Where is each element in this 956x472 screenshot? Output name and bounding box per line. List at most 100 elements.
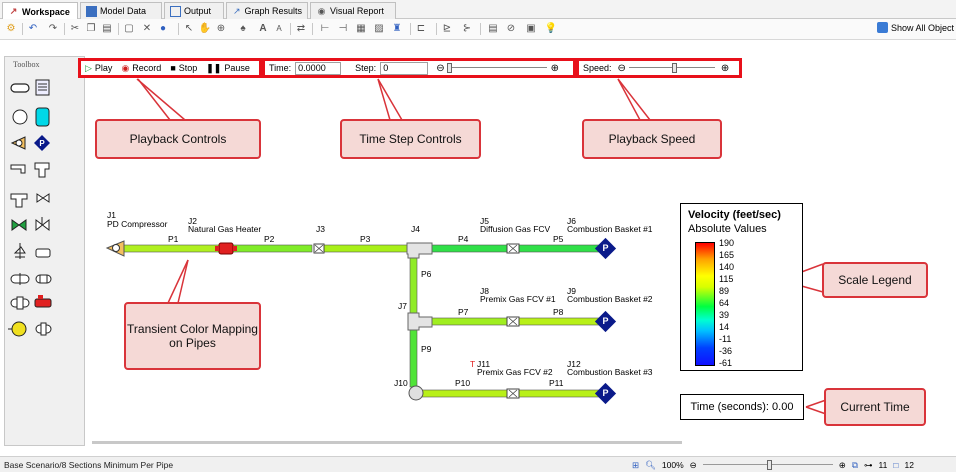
pipe-label: P7 <box>458 307 469 317</box>
tee-j4[interactable] <box>406 242 433 259</box>
stop-button[interactable]: ■ Stop <box>170 63 197 73</box>
callout-playback-controls: Playback Controls <box>95 119 261 159</box>
fit-icon[interactable]: ⊞ <box>632 460 639 471</box>
zoom-level: 100% <box>661 460 684 470</box>
pipe-label: P6 <box>421 269 432 279</box>
step-decrease-icon[interactable]: ⊖ <box>436 63 444 74</box>
compressor-j1[interactable] <box>105 240 125 257</box>
junction-name: Combustion Basket #2 <box>567 294 653 304</box>
pump-j6-label: P <box>602 243 609 253</box>
status-bar: Base Scenario/8 Sections Minimum Per Pip… <box>0 456 956 472</box>
record-label: Record <box>132 63 162 73</box>
pipe-p4[interactable] <box>429 244 509 253</box>
scenario-label: Base Scenario/8 Sections Minimum Per Pip… <box>4 460 174 470</box>
step-increase-icon[interactable]: ⊕ <box>551 63 559 74</box>
fcv-j8[interactable] <box>506 316 520 327</box>
legend-value: -11 <box>719 334 732 344</box>
play-icon: ▷ <box>85 62 92 73</box>
legend-color-gradient <box>695 242 715 366</box>
pipe-p5[interactable] <box>517 244 601 253</box>
pipe-label: P1 <box>168 234 179 244</box>
pipe-p2[interactable] <box>231 244 313 253</box>
legend-value: 14 <box>719 322 730 332</box>
time-slider-thumb[interactable] <box>446 63 452 73</box>
scale-legend: Velocity (feet/sec) Absolute Values 190 … <box>680 203 803 371</box>
heater-j2[interactable] <box>215 242 237 255</box>
pipe-count-icon: ⊶ <box>864 459 873 470</box>
zoom-icon[interactable]: 🔍︎ <box>645 460 656 471</box>
status-right: ⊞ 🔍︎ 100% ⊖ ⊕ ⧉ ⊶ 11 □ 12 <box>632 458 914 472</box>
record-button[interactable]: ◉ Record <box>121 63 161 74</box>
junction-name: Premix Gas FCV #1 <box>480 294 556 304</box>
pipe-count: 11 <box>878 460 888 470</box>
speed-slider[interactable] <box>628 63 715 73</box>
junction-name: PD Compressor <box>107 219 168 229</box>
pipe-label: P11 <box>549 378 564 388</box>
playback-controls: ▷ Play ◉ Record ■ Stop ❚❚ Pause <box>78 58 262 78</box>
legend-value: 115 <box>719 274 734 284</box>
speed-decrease-icon[interactable]: ⊖ <box>618 63 626 74</box>
junction-count-icon: □ <box>893 460 899 470</box>
pump-j12-label: P <box>602 388 609 398</box>
pipe-p8[interactable] <box>517 317 601 326</box>
pipe-p10[interactable] <box>421 389 509 398</box>
junction-name: Premix Gas FCV #2 <box>477 367 553 377</box>
legend-value: 89 <box>719 286 730 296</box>
play-label: Play <box>94 63 113 73</box>
junction-name: Combustion Basket #1 <box>567 224 653 234</box>
pipe-label: P9 <box>421 344 432 354</box>
junction-id: J4 <box>411 224 420 234</box>
playback-speed-controls: Speed: ⊖ ⊕ <box>576 58 742 78</box>
stop-icon: ■ <box>170 63 176 73</box>
pipe-label: P4 <box>458 234 469 244</box>
zoom-in-icon[interactable]: ⊕ <box>839 460 846 471</box>
record-icon: ◉ <box>121 62 130 73</box>
pipe-label: P5 <box>553 234 564 244</box>
pipe-p3[interactable] <box>323 244 418 253</box>
layers-icon[interactable]: ⧉ <box>852 460 858 471</box>
zoom-out-icon[interactable]: ⊖ <box>690 460 697 471</box>
speed-slider-thumb[interactable] <box>671 63 677 73</box>
junction-j10[interactable] <box>408 385 424 401</box>
pause-label: Pause <box>224 63 250 73</box>
speed-increase-icon[interactable]: ⊕ <box>721 63 729 74</box>
junction-id: J3 <box>316 224 325 234</box>
legend-value: -61 <box>719 358 733 368</box>
pipe-label: P10 <box>455 378 471 388</box>
current-time-display: Time (seconds): 0.00 <box>680 394 804 420</box>
pipe-p9[interactable] <box>409 326 418 388</box>
legend-value: 140 <box>719 262 735 272</box>
time-step-controls: Time: 0.0000 Step: 0 ⊖ ⊕ <box>262 58 576 78</box>
time-slider[interactable] <box>446 63 547 73</box>
pipe-p6[interactable] <box>409 251 418 316</box>
zoom-slider-thumb[interactable] <box>766 460 772 470</box>
time-input[interactable]: 0.0000 <box>295 61 342 75</box>
zoom-slider[interactable] <box>702 460 833 470</box>
pipe-p7[interactable] <box>429 317 509 326</box>
step-label: Step: <box>355 63 377 73</box>
fcv-j11[interactable] <box>506 388 520 399</box>
junction-j3[interactable] <box>313 243 325 254</box>
junction-name: Combustion Basket #3 <box>567 367 653 377</box>
pump-j9-label: P <box>602 316 609 326</box>
stop-label: Stop <box>178 63 198 73</box>
play-button[interactable]: ▷ Play <box>85 63 112 74</box>
fcv-j5[interactable] <box>506 243 520 254</box>
step-input[interactable]: 0 <box>380 61 429 75</box>
legend-value: 190 <box>719 238 735 248</box>
pipe-label: P3 <box>360 234 371 244</box>
junction-flag: T <box>470 359 476 369</box>
pipe-p1[interactable] <box>122 244 224 253</box>
pipe-label: P8 <box>553 307 564 317</box>
callout-time-step-controls: Time Step Controls <box>340 119 481 159</box>
legend-subtitle: Absolute Values <box>688 223 767 235</box>
speed-label: Speed: <box>583 63 612 73</box>
callout-playback-speed: Playback Speed <box>582 119 722 159</box>
pipe-p11[interactable] <box>517 389 601 398</box>
junction-name: Diffusion Gas FCV <box>480 224 551 234</box>
junction-id: J7 <box>398 301 407 311</box>
tee-j7[interactable] <box>407 312 433 331</box>
callout-current-time: Current Time <box>824 388 926 426</box>
legend-title: Velocity (feet/sec) <box>688 209 781 221</box>
pause-button[interactable]: ❚❚ Pause <box>206 63 250 74</box>
